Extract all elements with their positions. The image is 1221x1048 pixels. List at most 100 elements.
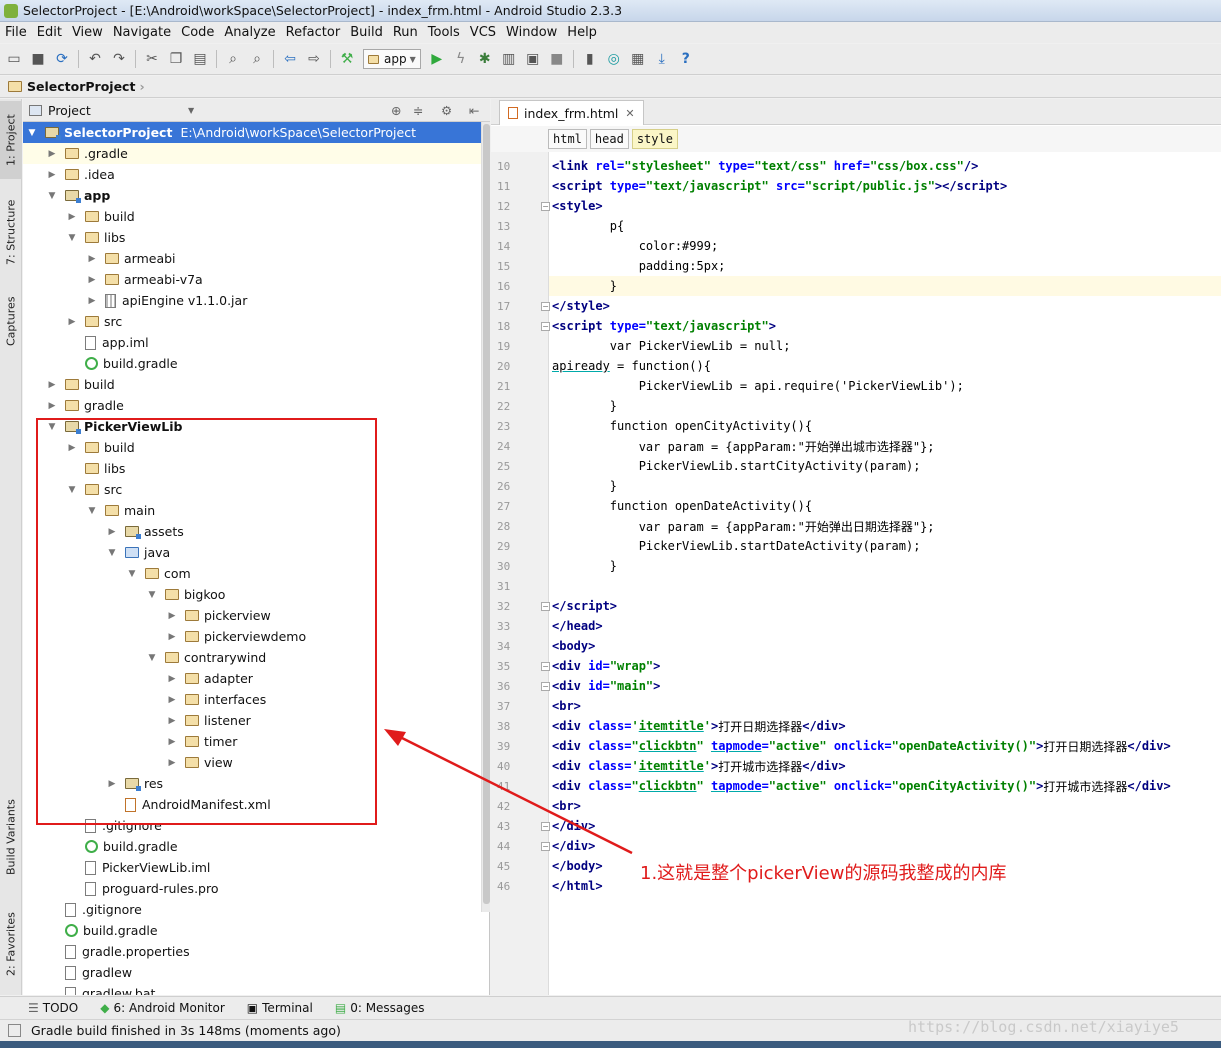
tree-item[interactable]: ▶ armeabi xyxy=(23,248,481,269)
menu-window[interactable]: Window xyxy=(501,25,562,40)
terminal-tab[interactable]: ▣ Terminal xyxy=(247,1001,313,1015)
project-view-select[interactable]: Project xyxy=(48,103,188,118)
sync-icon[interactable]: ⟳ xyxy=(54,51,70,67)
project-structure-icon[interactable]: ▦ xyxy=(630,51,646,67)
avd-manager-icon[interactable]: ▮ xyxy=(582,51,598,67)
fold-marker-icon[interactable]: − xyxy=(541,302,550,311)
collapse-arrow-icon[interactable]: ▶ xyxy=(87,254,97,264)
replace-icon[interactable]: ⌕ xyxy=(249,51,265,67)
captures-tool-tab[interactable]: Captures xyxy=(0,285,22,357)
tree-item[interactable]: ▶ src xyxy=(23,311,481,332)
save-icon[interactable]: ■ xyxy=(30,51,46,67)
hide-panel-icon[interactable]: ⇤ xyxy=(469,103,479,118)
tree-item[interactable]: ▶ gradle xyxy=(23,395,481,416)
tree-item[interactable]: ▶ .gradle xyxy=(23,143,481,164)
run-icon[interactable]: ▶ xyxy=(429,51,445,67)
menu-build[interactable]: Build xyxy=(345,25,388,40)
tree-item[interactable]: ▶ .idea xyxy=(23,164,481,185)
collapse-arrow-icon[interactable]: ▶ xyxy=(87,296,97,306)
breadcrumb-html[interactable]: html xyxy=(548,129,587,149)
fold-marker-icon[interactable]: − xyxy=(541,602,550,611)
find-icon[interactable]: ⌕ xyxy=(225,51,241,67)
breadcrumb-style[interactable]: style xyxy=(631,129,678,149)
menu-edit[interactable]: Edit xyxy=(32,25,67,40)
collapse-arrow-icon[interactable]: ▶ xyxy=(47,149,57,159)
fold-marker-icon[interactable]: − xyxy=(541,662,550,671)
paste-icon[interactable]: ▤ xyxy=(192,51,208,67)
tree-item[interactable]: ▶ build xyxy=(23,374,481,395)
favorites-tool-tab[interactable]: 2: Favorites xyxy=(0,899,22,989)
collapse-arrow-icon[interactable]: ▶ xyxy=(47,401,57,411)
menu-file[interactable]: File xyxy=(0,25,32,40)
tree-item[interactable]: build.gradle xyxy=(23,353,481,374)
make-project-icon[interactable]: ⚒ xyxy=(339,51,355,67)
project-tool-tab[interactable]: 1: Project xyxy=(0,101,22,179)
collapse-arrow-icon[interactable]: ▶ xyxy=(87,275,97,285)
redo-icon[interactable]: ↷ xyxy=(111,51,127,67)
expand-arrow-icon[interactable]: ▼ xyxy=(27,128,37,138)
chevron-down-icon[interactable]: ▼ xyxy=(188,106,194,115)
open-folder-icon[interactable]: ▭ xyxy=(6,51,22,67)
close-icon[interactable]: ✕ xyxy=(625,107,634,120)
fold-marker-icon[interactable]: − xyxy=(541,202,550,211)
menu-help[interactable]: Help xyxy=(562,25,602,40)
breadcrumb-head[interactable]: head xyxy=(589,129,629,149)
collapse-all-icon[interactable]: ≑ xyxy=(413,103,423,118)
tree-item[interactable]: gradlew xyxy=(23,962,481,983)
fold-marker-icon[interactable]: − xyxy=(541,682,550,691)
run-config-select[interactable]: app ▼ xyxy=(363,49,421,69)
menu-code[interactable]: Code xyxy=(176,25,219,40)
messages-tab[interactable]: ▤ 0: Messages xyxy=(335,1001,425,1015)
tree-item[interactable]: .gitignore xyxy=(23,899,481,920)
menu-view[interactable]: View xyxy=(67,25,108,40)
menu-navigate[interactable]: Navigate xyxy=(108,25,176,40)
todo-tab[interactable]: ☰ TODO xyxy=(28,1001,78,1015)
apply-changes-icon[interactable]: ϟ xyxy=(453,51,469,67)
forward-icon[interactable]: ⇨ xyxy=(306,51,322,67)
tree-item[interactable]: PickerViewLib.iml xyxy=(23,857,481,878)
status-toggle-icon[interactable] xyxy=(8,1024,21,1037)
cut-icon[interactable]: ✂ xyxy=(144,51,160,67)
copy-icon[interactable]: ❐ xyxy=(168,51,184,67)
tree-item[interactable]: app.iml xyxy=(23,332,481,353)
collapse-arrow-icon[interactable]: ▶ xyxy=(67,212,77,222)
tree-item-label: src xyxy=(104,314,123,329)
build-variants-tool-tab[interactable]: Build Variants xyxy=(0,787,22,887)
stop-icon[interactable]: ■ xyxy=(549,51,565,67)
menu-analyze[interactable]: Analyze xyxy=(219,25,280,40)
undo-icon[interactable]: ↶ xyxy=(87,51,103,67)
debug-icon[interactable]: ✱ xyxy=(477,51,493,67)
tree-item[interactable]: ▼ SelectorProject E:\Android\workSpace\Sel… xyxy=(23,122,481,143)
sync-gradle-icon[interactable]: ◎ xyxy=(606,51,622,67)
structure-tool-tab[interactable]: 7: Structure xyxy=(0,189,22,275)
fold-marker-icon[interactable]: − xyxy=(541,322,550,331)
menu-run[interactable]: Run xyxy=(388,25,423,40)
sdk-manager-icon[interactable]: ⤓ xyxy=(654,51,670,67)
scroll-from-source-icon[interactable]: ⊕ xyxy=(391,103,401,118)
help-icon[interactable]: ? xyxy=(678,51,694,67)
tree-item[interactable]: proguard-rules.pro xyxy=(23,878,481,899)
back-icon[interactable]: ⇦ xyxy=(282,51,298,67)
collapse-arrow-icon[interactable]: ▶ xyxy=(67,317,77,327)
menu-tools[interactable]: Tools xyxy=(423,25,465,40)
tree-item[interactable]: gradlew.bat xyxy=(23,983,481,995)
tree-item[interactable]: ▼ libs xyxy=(23,227,481,248)
editor-tab-index-frm[interactable]: index_frm.html ✕ xyxy=(499,100,644,125)
expand-arrow-icon[interactable]: ▼ xyxy=(47,191,57,201)
gear-icon[interactable]: ⚙ xyxy=(441,103,452,118)
android-monitor-tab[interactable]: ◆ 6: Android Monitor xyxy=(100,1001,225,1015)
profile-icon[interactable]: ▥ xyxy=(501,51,517,67)
collapse-arrow-icon[interactable]: ▶ xyxy=(47,380,57,390)
menu-refactor[interactable]: Refactor xyxy=(281,25,346,40)
tree-item[interactable]: build.gradle xyxy=(23,920,481,941)
tree-item[interactable]: ▶ build xyxy=(23,206,481,227)
tree-item[interactable]: gradle.properties xyxy=(23,941,481,962)
tree-item[interactable]: ▶ apiEngine v1.1.0.jar xyxy=(23,290,481,311)
tree-item[interactable]: ▶ armeabi-v7a xyxy=(23,269,481,290)
menu-vcs[interactable]: VCS xyxy=(465,25,501,40)
nav-project-crumb[interactable]: SelectorProject xyxy=(27,79,135,94)
collapse-arrow-icon[interactable]: ▶ xyxy=(47,170,57,180)
expand-arrow-icon[interactable]: ▼ xyxy=(67,233,77,243)
attach-debugger-icon[interactable]: ▣ xyxy=(525,51,541,67)
tree-item[interactable]: ▼ app xyxy=(23,185,481,206)
